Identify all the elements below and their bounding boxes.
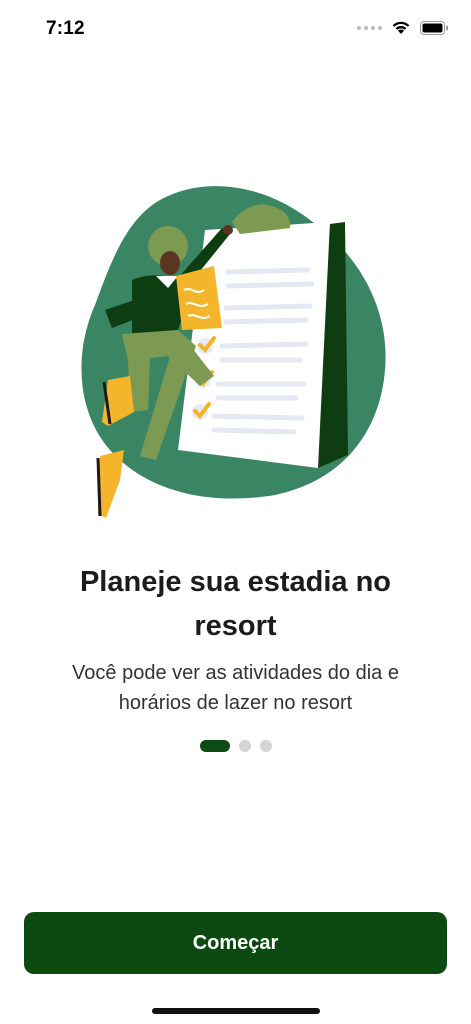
status-bar: 7:12 — [0, 0, 471, 62]
page-indicator — [0, 740, 471, 752]
signal-icon — [357, 25, 382, 30]
page-dot — [238, 740, 251, 752]
home-indicator — [152, 1008, 320, 1014]
status-icons — [357, 20, 449, 35]
onboarding-subtitle: Você pode ver as atividades do dia e hor… — [72, 662, 399, 714]
start-button[interactable]: Começar — [24, 912, 447, 974]
checklist-illustration — [0, 150, 471, 550]
status-time: 7:12 — [46, 18, 85, 39]
battery-icon — [420, 20, 449, 35]
page-dot — [259, 740, 272, 752]
onboarding-title: Planeje sua estadia no resort — [79, 566, 392, 642]
page-dot-active — [199, 740, 230, 752]
wifi-icon — [391, 20, 411, 35]
